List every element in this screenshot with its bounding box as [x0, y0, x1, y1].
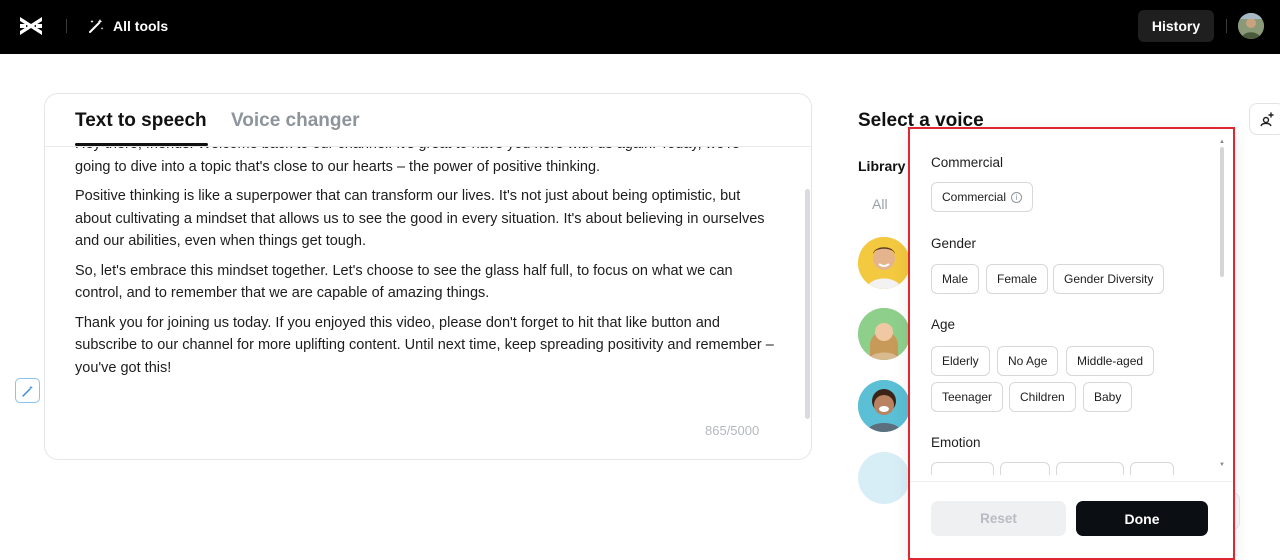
tabs-bar: Text to speech Voice changer [45, 94, 811, 147]
reset-button[interactable]: Reset [931, 501, 1066, 536]
magic-wand-icon [89, 19, 104, 33]
chip-label: Commercial [942, 190, 1007, 204]
custom-voice-icon[interactable] [1249, 103, 1280, 135]
script-paragraph: Thank you for joining us today. If you e… [75, 314, 774, 376]
chip-emotion[interactable] [1000, 462, 1050, 475]
script-paragraph: Positive thinking is like a superpower t… [75, 188, 765, 249]
topbar-divider [66, 19, 67, 33]
chip-teenager[interactable]: Teenager [931, 382, 1004, 412]
section-title-age: Age [931, 317, 956, 332]
all-tools-button[interactable]: All tools [87, 15, 168, 37]
history-button[interactable]: History [1138, 10, 1214, 42]
tab-text-to-speech[interactable]: Text to speech [75, 110, 207, 132]
done-button[interactable]: Done [1076, 501, 1208, 536]
script-text-area[interactable]: Hey there, friends! Welcome back to our … [75, 147, 775, 417]
chip-commercial[interactable]: Commercial i [931, 182, 1034, 212]
scroll-down-arrow-icon[interactable]: ▼ [1219, 462, 1225, 468]
edit-text-tool-icon[interactable] [15, 378, 40, 403]
info-icon[interactable]: i [1011, 191, 1023, 203]
chip-baby[interactable]: Baby [1083, 382, 1133, 412]
all-tools-label: All tools [113, 18, 169, 34]
tab-voice-changer[interactable]: Voice changer [231, 110, 359, 132]
filter-all-tab[interactable]: All [872, 196, 888, 212]
section-title-gender: Gender [931, 236, 977, 251]
chip-male[interactable]: Male [931, 264, 980, 294]
top-bar: All tools History [0, 0, 1280, 54]
editor-scrollbar[interactable] [805, 189, 810, 419]
editor-card: Text to speech Voice changer Hey there, … [44, 93, 812, 460]
section-title-emotion: Emotion [931, 435, 981, 450]
filter-scroll-area[interactable]: Commercial Commercial i Gender Male Fema… [910, 129, 1233, 475]
scroll-up-arrow-icon[interactable]: ▲ [1219, 139, 1225, 145]
voice-avatar[interactable] [858, 308, 910, 360]
voice-avatar[interactable] [858, 380, 910, 432]
library-label[interactable]: Library [858, 158, 905, 174]
user-avatar[interactable] [1238, 13, 1264, 39]
topbar-divider [1226, 19, 1227, 33]
chip-female[interactable]: Female [986, 264, 1049, 294]
chip-emotion[interactable] [931, 462, 994, 475]
character-count: 865/5000 [705, 423, 760, 438]
voice-avatar[interactable] [858, 237, 910, 289]
chip-gender-diversity[interactable]: Gender Diversity [1053, 264, 1165, 294]
script-paragraph: So, let's embrace this mindset together.… [75, 262, 733, 302]
script-paragraph: Hey there, friends! Welcome back to our … [75, 147, 740, 175]
active-tab-indicator [75, 143, 208, 146]
voice-filter-panel: Commercial Commercial i Gender Male Fema… [908, 127, 1235, 560]
chip-middle-aged[interactable]: Middle-aged [1066, 346, 1155, 376]
voice-avatar[interactable] [858, 452, 910, 504]
chip-elderly[interactable]: Elderly [931, 346, 990, 376]
chip-children[interactable]: Children [1009, 382, 1076, 412]
chip-emotion[interactable] [1130, 462, 1174, 475]
chip-no-age[interactable]: No Age [997, 346, 1059, 376]
section-title-commercial: Commercial [931, 155, 1004, 170]
capcut-logo-icon[interactable] [17, 13, 45, 39]
chip-emotion[interactable] [1056, 462, 1124, 475]
panel-divider [910, 481, 1233, 482]
filter-scrollbar[interactable] [1220, 147, 1224, 277]
